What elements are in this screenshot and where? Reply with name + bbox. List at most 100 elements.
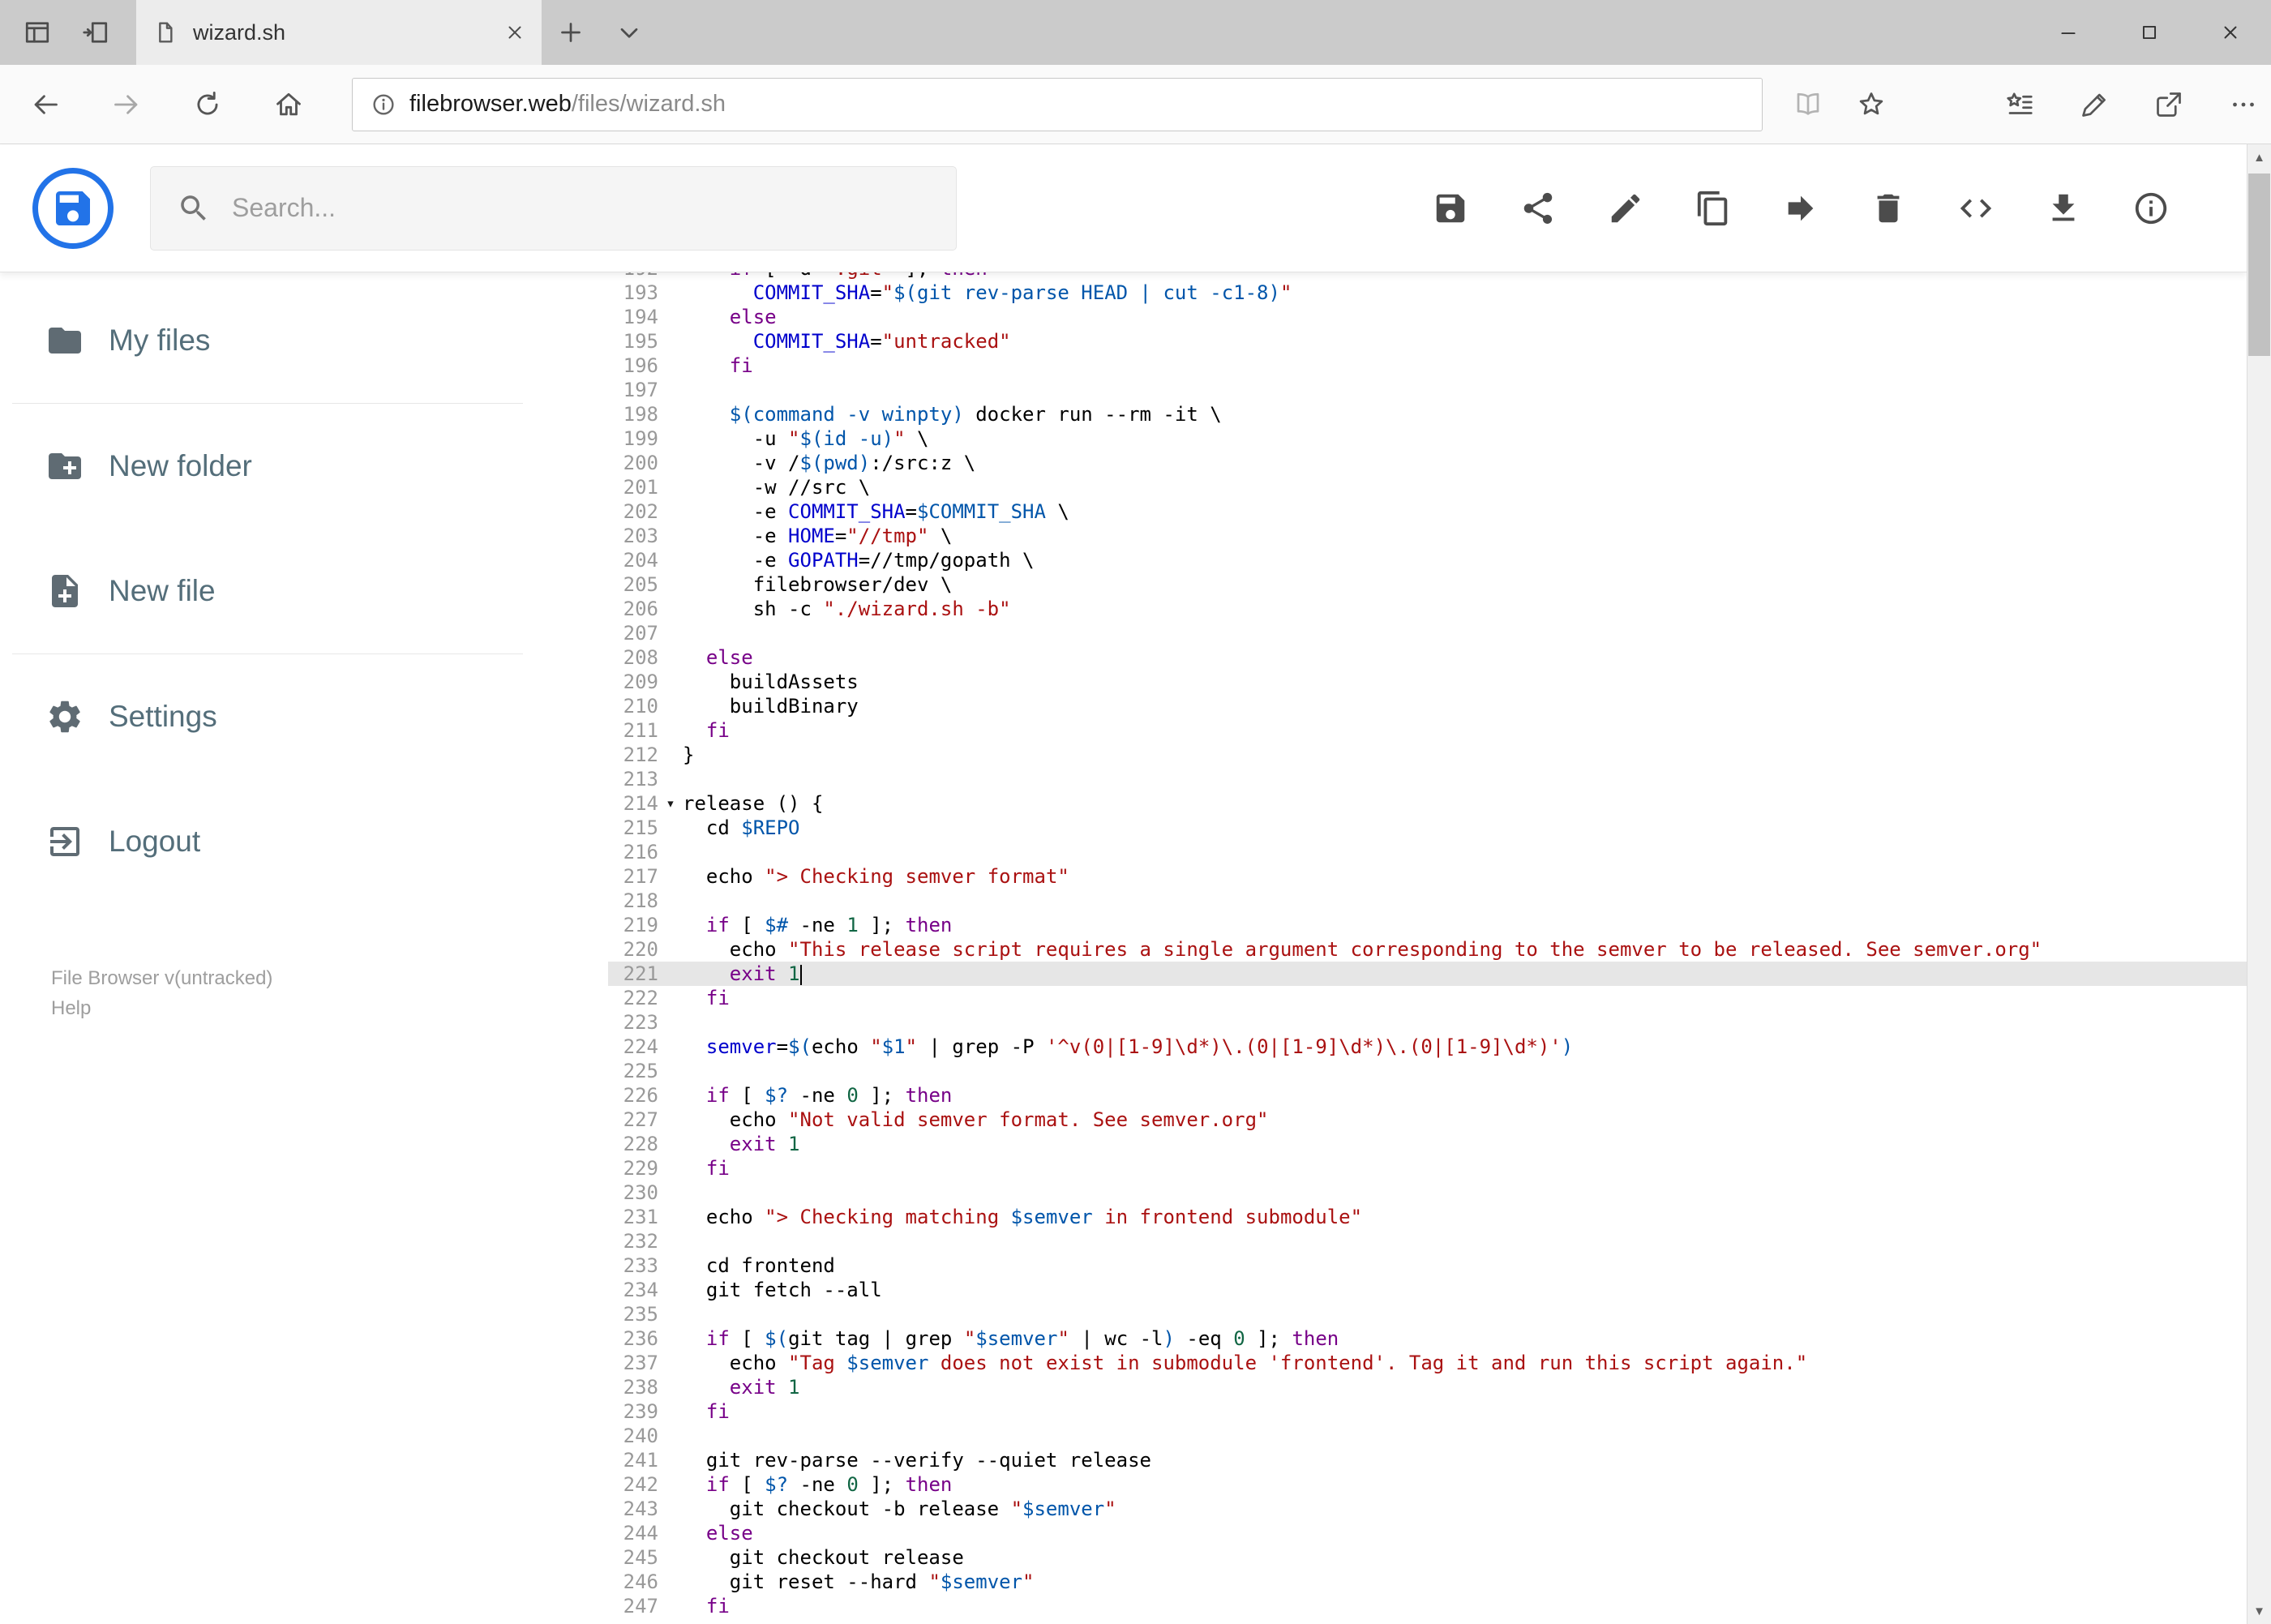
code-line[interactable]: 225 bbox=[608, 1059, 2247, 1083]
code-line[interactable]: 208 else bbox=[608, 645, 2247, 670]
refresh-icon[interactable] bbox=[191, 88, 224, 121]
code-line[interactable]: 237 echo "Tag $semver does not exist in … bbox=[608, 1351, 2247, 1375]
code-line[interactable]: 202 -e COMMIT_SHA=$COMMIT_SHA \ bbox=[608, 499, 2247, 524]
reading-view-icon[interactable] bbox=[1784, 65, 1832, 144]
code-editor[interactable]: 192 if [ -d ".git" ]; then193 COMMIT_SHA… bbox=[608, 272, 2247, 1624]
home-icon[interactable] bbox=[272, 88, 305, 121]
info-button[interactable] bbox=[2132, 190, 2170, 227]
code-line[interactable]: 215 cd $REPO bbox=[608, 816, 2247, 840]
url-text[interactable]: filebrowser.web/files/wizard.sh bbox=[409, 91, 1762, 118]
share-button[interactable] bbox=[1519, 190, 1557, 227]
browser-tab[interactable]: wizard.sh bbox=[136, 0, 542, 65]
code-line[interactable]: 213 bbox=[608, 767, 2247, 791]
sidebar-item-logout[interactable]: Logout bbox=[0, 779, 608, 904]
code-line[interactable]: 214 ▾ release () { bbox=[608, 791, 2247, 816]
code-line[interactable]: 231 echo "> Checking matching $semver in… bbox=[608, 1205, 2247, 1229]
fold-marker-icon[interactable]: ▾ bbox=[658, 791, 683, 816]
code-line[interactable]: 219 if [ $# -ne 1 ]; then bbox=[608, 913, 2247, 937]
copy-button[interactable] bbox=[1695, 190, 1732, 227]
sidebar-item-new-file[interactable]: New file bbox=[0, 529, 608, 653]
code-line[interactable]: 198 $(command -v winpty) docker run --rm… bbox=[608, 402, 2247, 426]
close-icon[interactable] bbox=[2190, 0, 2271, 65]
code-line[interactable]: 238 exit 1 bbox=[608, 1375, 2247, 1399]
favorite-star-icon[interactable] bbox=[1847, 65, 1896, 144]
code-line[interactable]: 234 git fetch --all bbox=[608, 1278, 2247, 1302]
code-line[interactable]: 195 COMMIT_SHA="untracked" bbox=[608, 329, 2247, 354]
code-line[interactable]: 218 bbox=[608, 889, 2247, 913]
new-tab-icon[interactable] bbox=[542, 0, 600, 65]
code-line[interactable]: 210 buildBinary bbox=[608, 694, 2247, 718]
code-line[interactable]: 212} bbox=[608, 743, 2247, 767]
code-line[interactable]: 245 git checkout release bbox=[608, 1545, 2247, 1570]
code-line[interactable]: 205 filebrowser/dev \ bbox=[608, 572, 2247, 597]
code-line[interactable]: 227 echo "Not valid semver format. See s… bbox=[608, 1108, 2247, 1132]
code-line[interactable]: 242 if [ $? -ne 0 ]; then bbox=[608, 1472, 2247, 1497]
code-line[interactable]: 226 if [ $? -ne 0 ]; then bbox=[608, 1083, 2247, 1108]
code-line[interactable]: 243 git checkout -b release "$semver" bbox=[608, 1497, 2247, 1521]
scrollbar-thumb[interactable] bbox=[2248, 174, 2270, 356]
code-line[interactable]: 197 bbox=[608, 378, 2247, 402]
code-line[interactable]: 206 sh -c "./wizard.sh -b" bbox=[608, 597, 2247, 621]
tabs-preview-icon[interactable] bbox=[8, 0, 66, 65]
code-line[interactable]: 240 bbox=[608, 1424, 2247, 1448]
code-line[interactable]: 204 -e GOPATH=//tmp/gopath \ bbox=[608, 548, 2247, 572]
search-box[interactable] bbox=[150, 165, 957, 251]
code-line[interactable]: 196 fi bbox=[608, 354, 2247, 378]
code-line[interactable]: 217 echo "> Checking semver format" bbox=[608, 864, 2247, 889]
maximize-icon[interactable] bbox=[2109, 0, 2190, 65]
scroll-up-icon[interactable]: ▲ bbox=[2247, 144, 2271, 170]
code-line[interactable]: 201 -w //src \ bbox=[608, 475, 2247, 499]
code-line[interactable]: 207 bbox=[608, 621, 2247, 645]
scroll-down-icon[interactable]: ▼ bbox=[2247, 1598, 2271, 1624]
code-line[interactable]: 232 bbox=[608, 1229, 2247, 1253]
back-icon[interactable] bbox=[29, 88, 62, 121]
code-line[interactable]: 244 else bbox=[608, 1521, 2247, 1545]
code-line[interactable]: 236 if [ $(git tag | grep "$semver" | wc… bbox=[608, 1326, 2247, 1351]
download-button[interactable] bbox=[2045, 190, 2082, 227]
code-line[interactable]: 233 cd frontend bbox=[608, 1253, 2247, 1278]
save-button[interactable] bbox=[1432, 190, 1469, 227]
set-tabs-aside-icon[interactable] bbox=[66, 0, 125, 65]
share-icon[interactable] bbox=[2153, 88, 2185, 121]
code-line[interactable]: 192 if [ -d ".git" ]; then bbox=[608, 272, 2247, 281]
rename-button[interactable] bbox=[1607, 190, 1644, 227]
code-line[interactable]: 223 bbox=[608, 1010, 2247, 1035]
code-line[interactable]: 221 exit 1 bbox=[608, 962, 2247, 986]
tab-close-icon[interactable] bbox=[504, 22, 525, 43]
code-line[interactable]: 224 semver=$(echo "$1" | grep -P '^v(0|[… bbox=[608, 1035, 2247, 1059]
filebrowser-logo-icon[interactable] bbox=[32, 167, 114, 249]
code-line[interactable]: 228 exit 1 bbox=[608, 1132, 2247, 1156]
sidebar-item-settings[interactable]: Settings bbox=[0, 654, 608, 779]
address-bar[interactable]: filebrowser.web/files/wizard.sh bbox=[352, 77, 1763, 131]
code-line[interactable]: 211 fi bbox=[608, 718, 2247, 743]
more-icon[interactable] bbox=[2227, 88, 2260, 121]
page-scrollbar[interactable]: ▲ ▼ bbox=[2247, 144, 2271, 1624]
site-info-icon[interactable] bbox=[371, 92, 396, 118]
sidebar-item-my-files[interactable]: My files bbox=[0, 278, 608, 403]
raw-code-button[interactable] bbox=[1957, 190, 1995, 227]
code-line[interactable]: 246 git reset --hard "$semver" bbox=[608, 1570, 2247, 1594]
sidebar-item-new-folder[interactable]: New folder bbox=[0, 404, 608, 529]
code-line[interactable]: 247 fi bbox=[608, 1594, 2247, 1618]
code-line[interactable]: 239 fi bbox=[608, 1399, 2247, 1424]
delete-button[interactable] bbox=[1870, 190, 1907, 227]
code-line[interactable]: 203 -e HOME="//tmp" \ bbox=[608, 524, 2247, 548]
code-line[interactable]: 209 buildAssets bbox=[608, 670, 2247, 694]
code-line[interactable]: 235 bbox=[608, 1302, 2247, 1326]
web-note-pen-icon[interactable] bbox=[2078, 88, 2110, 121]
code-line[interactable]: 230 bbox=[608, 1181, 2247, 1205]
help-link[interactable]: Help bbox=[51, 993, 272, 1023]
code-line[interactable]: 199 -u "$(id -u)" \ bbox=[608, 426, 2247, 451]
tab-chevron-icon[interactable] bbox=[600, 0, 658, 65]
code-line[interactable]: 194 else bbox=[608, 305, 2247, 329]
code-line[interactable]: 220 echo "This release script requires a… bbox=[608, 937, 2247, 962]
hub-icon[interactable] bbox=[2003, 88, 2036, 121]
forward-icon[interactable] bbox=[110, 88, 143, 121]
search-input[interactable] bbox=[232, 193, 956, 223]
code-line[interactable]: 193 COMMIT_SHA="$(git rev-parse HEAD | c… bbox=[608, 281, 2247, 305]
code-line[interactable]: 229 fi bbox=[608, 1156, 2247, 1181]
move-button[interactable] bbox=[1782, 190, 1819, 227]
minimize-icon[interactable] bbox=[2028, 0, 2109, 65]
code-line[interactable]: 216 bbox=[608, 840, 2247, 864]
code-line[interactable]: 241 git rev-parse --verify --quiet relea… bbox=[608, 1448, 2247, 1472]
